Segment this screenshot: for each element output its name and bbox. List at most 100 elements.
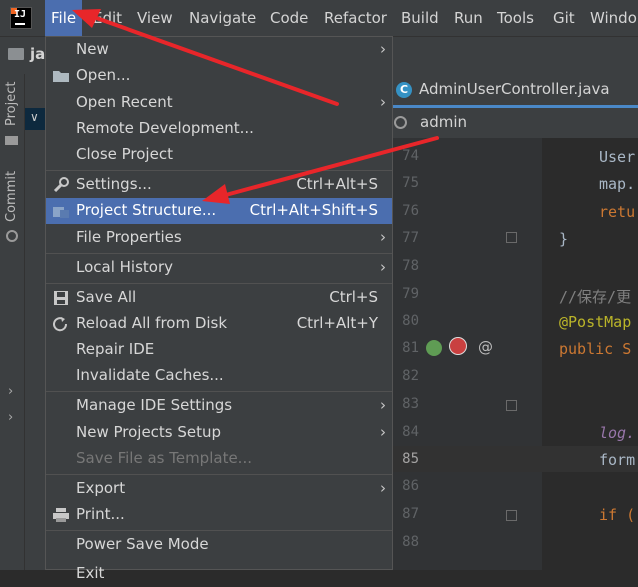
intellij-logo-icon: IJ — [10, 7, 32, 29]
menu-item-label: Reload All from Disk — [76, 314, 228, 332]
menu-item-label: Save File as Template... — [76, 449, 252, 467]
spring-bean-icon[interactable] — [426, 340, 442, 356]
code-line: if ( — [599, 506, 636, 524]
menu-item-local-history[interactable]: Local History › — [46, 255, 392, 281]
line-number: 84 — [402, 424, 419, 440]
menu-item-open-recent[interactable]: Open Recent › — [46, 90, 392, 116]
menu-separator — [46, 474, 392, 475]
code-line: retu — [599, 203, 636, 221]
commit-icon — [6, 230, 18, 242]
menu-item-file-properties[interactable]: File Properties › — [46, 225, 392, 251]
menu-item-save-file-as-template: Save File as Template... — [46, 446, 392, 472]
menu-item-manage-ide-settings[interactable]: Manage IDE Settings › — [46, 393, 392, 419]
menu-item-label: Print... — [76, 505, 125, 523]
commit-tool-tab[interactable]: Commit — [4, 171, 19, 222]
menu-item-print[interactable]: Print... — [46, 502, 392, 528]
print-icon — [52, 507, 70, 523]
menu-refactor[interactable]: Refactor — [324, 9, 387, 27]
code-line: //保存/更 — [559, 288, 632, 306]
line-number: 79 — [402, 286, 419, 302]
reload-icon — [52, 316, 70, 332]
search-input[interactable]: admin — [420, 113, 467, 131]
menu-edit[interactable]: Edit — [93, 9, 122, 27]
project-tool-tab[interactable]: Project — [4, 82, 19, 126]
menu-item-new-projects-setup[interactable]: New Projects Setup › — [46, 420, 392, 446]
menu-item-export[interactable]: Export › — [46, 476, 392, 502]
menu-item-project-structure[interactable]: Project Structure... Ctrl+Alt+Shift+S — [46, 198, 392, 224]
code-line: User — [599, 148, 636, 166]
fold-icon[interactable] — [506, 232, 517, 243]
code-line: } — [559, 230, 569, 248]
menu-item-open[interactable]: Open... — [46, 63, 392, 89]
line-number: 76 — [402, 203, 419, 219]
menu-item-exit[interactable]: Exit — [46, 561, 392, 587]
menu-item-close-project[interactable]: Close Project — [46, 142, 392, 168]
menu-separator — [46, 530, 392, 531]
expand-arrow-icon[interactable]: › — [8, 410, 13, 425]
expand-arrow-icon[interactable]: › — [8, 384, 13, 399]
menu-code[interactable]: Code — [270, 9, 308, 27]
menu-item-label: File Properties — [76, 228, 182, 246]
code-line: form — [599, 451, 636, 469]
menu-item-label: Invalidate Caches... — [76, 366, 224, 384]
menu-item-settings[interactable]: Settings... Ctrl+Alt+S — [46, 172, 392, 198]
menu-item-label: Settings... — [76, 175, 152, 193]
project-panel: ∨ — [25, 74, 47, 570]
menu-view[interactable]: View — [137, 9, 173, 27]
search-bar: admin — [392, 108, 638, 139]
menu-tools[interactable]: Tools — [497, 9, 534, 27]
chevron-down-icon[interactable]: ∨ — [30, 110, 39, 124]
menu-item-label: Repair IDE — [76, 340, 155, 358]
fold-icon[interactable] — [506, 510, 517, 521]
menu-item-label: Close Project — [76, 145, 173, 163]
project-folder-icon — [5, 136, 18, 145]
menu-item-shortcut: Ctrl+Alt+Shift+S — [249, 201, 378, 219]
line-number: 74 — [402, 148, 419, 164]
menu-separator — [46, 391, 392, 392]
line-number: 86 — [402, 478, 419, 494]
project-structure-icon — [52, 203, 70, 219]
menu-item-label: Manage IDE Settings — [76, 396, 233, 414]
java-class-icon: C — [396, 82, 412, 98]
menu-window[interactable]: Windo — [590, 9, 637, 27]
submenu-arrow-icon: › — [380, 258, 386, 276]
menu-item-save-all[interactable]: Save All Ctrl+S — [46, 285, 392, 311]
project-breadcrumb[interactable]: ja — [30, 45, 45, 63]
menu-item-label: New — [76, 40, 109, 58]
menu-git[interactable]: Git — [553, 9, 575, 27]
editor-tab[interactable]: C AdminUserController.java — [392, 74, 638, 108]
line-number: 87 — [402, 506, 419, 522]
menu-item-power-save-mode[interactable]: Power Save Mode — [46, 532, 392, 558]
menu-item-reload-all[interactable]: Reload All from Disk Ctrl+Alt+Y — [46, 311, 392, 337]
menu-item-label: New Projects Setup — [76, 423, 222, 441]
editor-tab-title: AdminUserController.java — [419, 80, 610, 98]
left-tool-strip: Project Commit › › — [0, 74, 25, 570]
menu-file[interactable]: File — [45, 0, 83, 36]
search-icon — [394, 116, 407, 129]
menu-item-label: Save All — [76, 288, 137, 306]
annotation-at-icon[interactable]: @ — [478, 338, 493, 356]
menu-navigate[interactable]: Navigate — [189, 9, 256, 27]
submenu-arrow-icon: › — [380, 228, 386, 246]
menu-item-new[interactable]: New › — [46, 37, 392, 63]
line-number: 82 — [402, 368, 419, 384]
fold-icon[interactable] — [506, 400, 517, 411]
line-number: 83 — [402, 396, 419, 412]
menu-run[interactable]: Run — [454, 9, 483, 27]
menu-build[interactable]: Build — [401, 9, 439, 27]
menu-item-shortcut: Ctrl+S — [329, 288, 378, 306]
menu-item-label: Exit — [76, 564, 105, 582]
line-number-current: 85 — [402, 451, 419, 467]
submenu-arrow-icon: › — [380, 396, 386, 414]
menu-item-label: Power Save Mode — [76, 535, 209, 553]
menu-item-remote-development[interactable]: Remote Development... — [46, 116, 392, 142]
menu-item-repair-ide[interactable]: Repair IDE — [46, 337, 392, 363]
folder-open-icon — [52, 68, 70, 84]
menu-bar: IJ File Edit View Navigate Code Refactor… — [0, 0, 638, 36]
mapping-icon[interactable] — [449, 337, 467, 355]
menu-item-invalidate-caches[interactable]: Invalidate Caches... — [46, 363, 392, 389]
submenu-arrow-icon: › — [380, 423, 386, 441]
menu-separator — [46, 253, 392, 254]
menu-item-label: Open... — [76, 66, 131, 84]
menu-separator — [46, 170, 392, 171]
